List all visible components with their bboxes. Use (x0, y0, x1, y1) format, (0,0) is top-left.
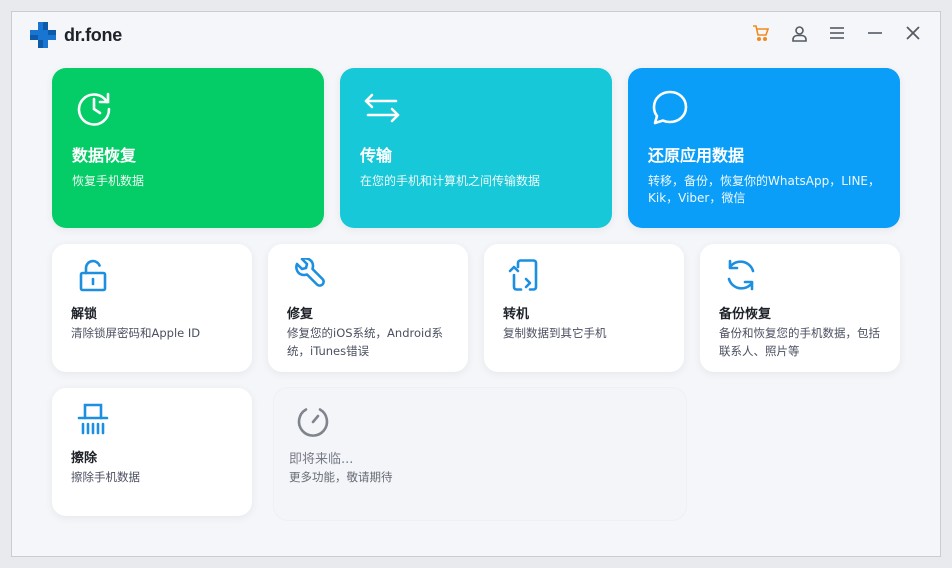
close-button[interactable] (904, 22, 922, 44)
menu-button[interactable] (828, 22, 846, 44)
minimize-button[interactable] (866, 22, 884, 44)
coming-soon-card: 即将来临... 更多功能，敬请期待 (274, 388, 686, 520)
window-controls (752, 22, 922, 44)
app-logo: dr.fone (30, 22, 122, 48)
unlock-card[interactable]: 解锁 清除锁屏密码和Apple ID (52, 244, 252, 372)
timer-icon (297, 408, 329, 437)
chat-bubble-icon (652, 90, 688, 125)
clock-restore-icon (77, 92, 111, 126)
menu-icon (830, 27, 844, 39)
sync-icon (727, 259, 755, 291)
repair-card[interactable]: 修复 修复您的iOS系统，Android系统，iTunes错误 (268, 244, 468, 372)
restore-app-data-card[interactable]: 还原应用数据 转移，备份，恢复你的WhatsApp，LINE，Kik，Viber… (628, 68, 900, 228)
erase-title: 擦除 (71, 451, 98, 466)
unlock-desc: 清除锁屏密码和Apple ID (71, 326, 201, 340)
minimize-icon (868, 32, 882, 34)
repair-title: 修复 (287, 307, 314, 322)
shredder-icon (77, 403, 109, 435)
cart-icon (753, 25, 770, 42)
phone-transfer-title: 转机 (503, 307, 530, 322)
arrows-swap-icon (364, 93, 400, 123)
data-recovery-desc: 恢复手机数据 (72, 174, 145, 188)
restore-app-data-desc: 转移，备份，恢复你的WhatsApp，LINE，Kik，Viber，微信 (648, 174, 881, 205)
restore-app-data-title: 还原应用数据 (648, 146, 745, 165)
unlock-title: 解锁 (71, 307, 98, 322)
backup-restore-card[interactable]: 备份恢复 备份和恢复您的手机数据，包括联系人、照片等 (700, 244, 900, 372)
transfer-card[interactable]: 传输 在您的手机和计算机之间传输数据 (340, 68, 612, 228)
close-icon (906, 26, 920, 40)
account-icon (791, 25, 807, 42)
app-name: dr.fone (64, 24, 122, 45)
data-recovery-card[interactable]: 数据恢复 恢复手机数据 (52, 68, 324, 228)
repair-desc: 修复您的iOS系统，Android系统，iTunes错误 (287, 326, 444, 358)
drfone-logo-icon (30, 22, 56, 48)
backup-restore-desc: 备份和恢复您的手机数据，包括联系人、照片等 (719, 326, 880, 358)
phone-transfer-icon (508, 259, 538, 291)
data-recovery-title: 数据恢复 (72, 146, 137, 165)
phone-transfer-desc: 复制数据到其它手机 (503, 326, 607, 340)
transfer-desc: 在您的手机和计算机之间传输数据 (360, 174, 541, 188)
transfer-title: 传输 (360, 146, 393, 165)
cart-button[interactable] (752, 22, 770, 44)
account-button[interactable] (790, 22, 808, 44)
phone-transfer-card[interactable]: 转机 复制数据到其它手机 (484, 244, 684, 372)
app-window: dr.fone 数据恢复 恢复手机数据 传输 在您的手机和计算机之间传输数据 还… (11, 11, 941, 557)
coming-soon-title: 即将来临... (289, 452, 354, 467)
erase-card[interactable]: 擦除 擦除手机数据 (52, 388, 252, 516)
wrench-icon (295, 258, 325, 287)
unlock-icon (79, 259, 107, 292)
erase-desc: 擦除手机数据 (71, 470, 140, 484)
coming-soon-desc: 更多功能，敬请期待 (289, 470, 393, 484)
backup-restore-title: 备份恢复 (719, 307, 772, 322)
